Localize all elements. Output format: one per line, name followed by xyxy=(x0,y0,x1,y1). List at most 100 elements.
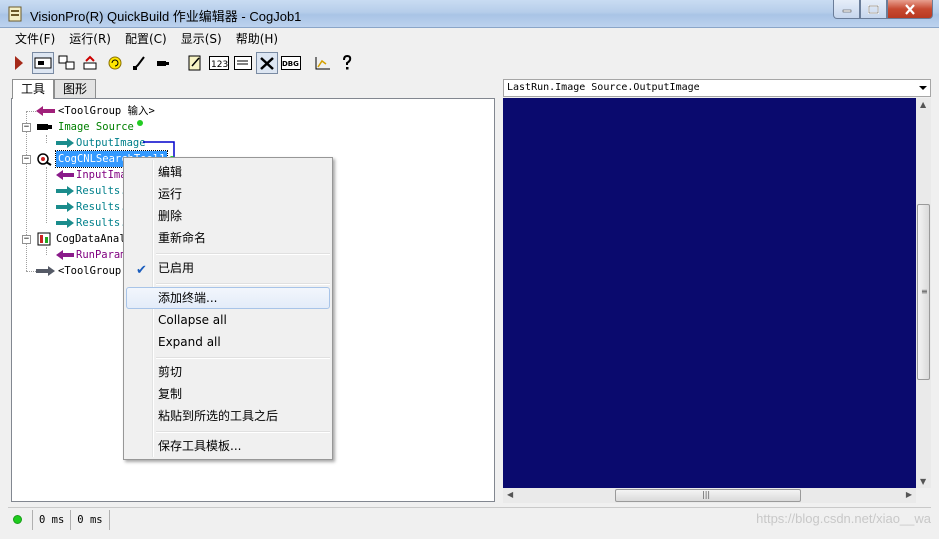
menu-bar: 文件(F) 运行(R) 配置(C) 显示(S) 帮助(H) xyxy=(8,29,931,49)
tree-node-data-analysis[interactable]: CogDataAnal xyxy=(36,231,126,247)
input-arrow-icon xyxy=(56,250,74,260)
tree-node-results-1[interactable]: Results. xyxy=(56,183,127,199)
status-dot-icon xyxy=(136,120,143,126)
expander-cnl-search[interactable]: − xyxy=(22,155,31,164)
vertical-scroll-thumb[interactable]: ≡ xyxy=(917,204,930,380)
edit-button[interactable] xyxy=(184,52,206,74)
title-bar[interactable]: VisionPro(R) QuickBuild 作业编辑器 - CogJob1 xyxy=(0,0,939,28)
tree-node-output-image[interactable]: OutputImage xyxy=(56,135,146,151)
checkmark-icon: ✔ xyxy=(136,263,147,278)
display-vertical-scrollbar[interactable]: ▲ ≡ ▼ xyxy=(916,98,931,488)
graph-icon xyxy=(315,57,330,70)
tree-node-toolgroup-output[interactable]: <ToolGroup xyxy=(36,263,121,279)
scroll-left-icon: ◀ xyxy=(507,490,514,499)
ctx-copy[interactable]: 复制 xyxy=(126,383,330,405)
display-horizontal-scrollbar[interactable]: ◀ ||| ▶ xyxy=(503,488,916,503)
swap-icon xyxy=(58,55,75,70)
edit-icon xyxy=(188,55,201,71)
toolbar: 123 DBG xyxy=(8,50,931,76)
ctx-run[interactable]: 运行 xyxy=(126,183,330,205)
loop-button[interactable] xyxy=(104,52,126,74)
data-analysis-icon xyxy=(37,232,51,246)
camera-button[interactable] xyxy=(152,52,174,74)
menu-view[interactable]: 显示(S) xyxy=(174,29,229,49)
debug-icon: DBG xyxy=(281,56,301,70)
watermark: https://blog.csdn.net/xiao__wa xyxy=(756,511,931,526)
expander-data-analysis[interactable]: − xyxy=(22,235,31,244)
app-window: VisionPro(R) QuickBuild 作业编辑器 - CogJob1 … xyxy=(0,0,939,539)
menu-file[interactable]: 文件(F) xyxy=(8,29,62,49)
image-icon xyxy=(234,56,252,70)
menu-config[interactable]: 配置(C) xyxy=(118,29,174,49)
close-button[interactable] xyxy=(887,0,933,19)
show-display-icon xyxy=(34,57,52,69)
input-arrow-icon xyxy=(36,106,55,116)
image-display[interactable] xyxy=(503,98,916,488)
run-button[interactable] xyxy=(8,52,30,74)
scroll-up-icon: ▲ xyxy=(920,100,927,109)
ctx-delete[interactable]: 删除 xyxy=(126,205,330,227)
search-tool-icon xyxy=(37,153,52,166)
ctx-save-template[interactable]: 保存工具模板... xyxy=(126,435,330,457)
input-arrow-icon xyxy=(56,170,74,180)
brush-icon xyxy=(133,56,145,70)
debug-button[interactable]: DBG xyxy=(280,52,302,74)
ctx-expand-all[interactable]: Expand all xyxy=(126,331,330,353)
show-display-button[interactable] xyxy=(32,52,54,74)
minimize-button[interactable] xyxy=(833,0,860,19)
tree-node-results-2[interactable]: Results. xyxy=(56,199,127,215)
ctx-cut[interactable]: 剪切 xyxy=(126,361,330,383)
reset-button[interactable] xyxy=(80,52,102,74)
output-arrow-icon xyxy=(56,202,74,212)
ctx-collapse-all[interactable]: Collapse all xyxy=(126,309,330,331)
ctx-rename[interactable]: 重新命名 xyxy=(126,227,330,249)
help-icon xyxy=(343,55,352,70)
svg-text:123: 123 xyxy=(211,60,228,70)
swap-button[interactable] xyxy=(56,52,78,74)
status-led-icon xyxy=(13,515,22,524)
menu-help[interactable]: 帮助(H) xyxy=(229,29,285,49)
tab-tools[interactable]: 工具 xyxy=(12,79,55,99)
camera-icon xyxy=(37,124,52,130)
close-icon xyxy=(905,3,915,15)
maximize-icon xyxy=(868,4,879,14)
numbers-icon: 123 xyxy=(209,56,229,70)
status-time-2: 0 ms xyxy=(70,509,108,530)
run-icon xyxy=(15,56,23,70)
tools-button[interactable] xyxy=(256,52,278,74)
chevron-down-icon xyxy=(919,86,927,90)
tree-node-image-source[interactable]: Image Source xyxy=(36,119,143,135)
minimize-icon xyxy=(842,9,851,13)
help-button[interactable] xyxy=(336,52,358,74)
ctx-enabled[interactable]: ✔ 已启用 xyxy=(126,257,330,279)
output-arrow-icon xyxy=(56,218,74,228)
tree-node-run-params[interactable]: RunParam xyxy=(56,247,127,263)
output-arrow-icon xyxy=(36,266,55,276)
camera-icon xyxy=(157,61,169,66)
tree-node-toolgroup-input[interactable]: <ToolGroup 输入> xyxy=(36,103,155,119)
numbers-button[interactable]: 123 xyxy=(208,52,230,74)
window-title: VisionPro(R) QuickBuild 作业编辑器 - CogJob1 xyxy=(30,9,302,24)
tree-node-results-3[interactable]: Results. xyxy=(56,215,127,231)
status-time-1: 0 ms xyxy=(32,509,70,530)
image-button[interactable] xyxy=(232,52,254,74)
expander-image-source[interactable]: − xyxy=(22,123,31,132)
ctx-add-terminal[interactable]: 添加终端... xyxy=(126,287,330,309)
horizontal-scroll-thumb[interactable]: ||| xyxy=(615,489,801,502)
ctx-edit[interactable]: 编辑 xyxy=(126,161,330,183)
loop-icon xyxy=(108,56,122,70)
maximize-button[interactable] xyxy=(860,0,887,19)
reset-icon xyxy=(83,55,97,70)
display-source-select[interactable]: LastRun.Image Source.OutputImage xyxy=(503,79,931,97)
left-tabs: 工具 图形 xyxy=(12,79,97,99)
tools-icon xyxy=(260,57,274,70)
tab-graphics[interactable]: 图形 xyxy=(54,79,97,99)
tree-context-menu: 编辑 运行 删除 重新命名 ✔ 已启用 添加终端... Collapse all… xyxy=(123,157,333,460)
scroll-right-icon: ▶ xyxy=(905,490,912,499)
svg-text:DBG: DBG xyxy=(282,60,299,68)
scroll-corner xyxy=(916,488,931,503)
ctx-paste-after[interactable]: 粘贴到所选的工具之后 xyxy=(126,405,330,427)
graph-button[interactable] xyxy=(312,52,334,74)
brush-button[interactable] xyxy=(128,52,150,74)
menu-run[interactable]: 运行(R) xyxy=(62,29,118,49)
